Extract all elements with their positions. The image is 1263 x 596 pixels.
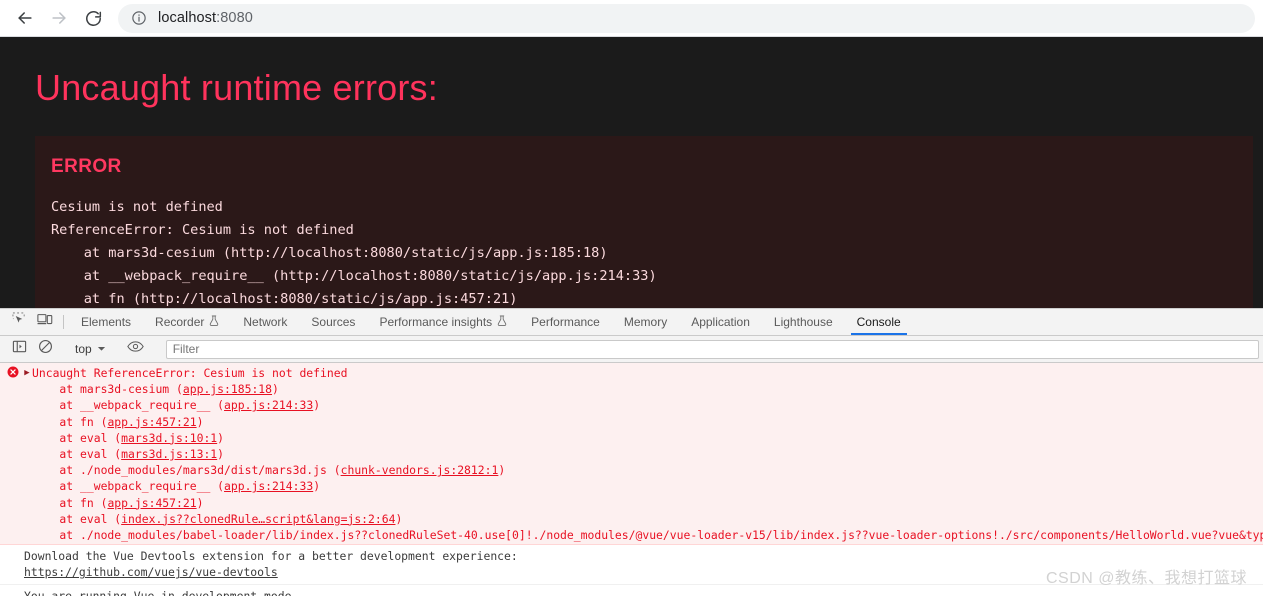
url-port: :8080 <box>216 10 253 26</box>
tab-label: Console <box>856 315 901 329</box>
tab-label: Sources <box>311 315 356 329</box>
tab-label: Performance <box>531 315 600 329</box>
console-sidebar-icon <box>12 339 27 359</box>
tab-recorder[interactable]: Recorder <box>143 309 231 335</box>
live-expression-eye-icon <box>127 340 144 358</box>
reload-icon <box>84 9 103 28</box>
back-button[interactable] <box>8 1 42 35</box>
console-info-message[interactable]: You are running Vue in development mode.… <box>0 585 1263 596</box>
clear-console-icon <box>38 339 53 359</box>
stack-link[interactable]: app.js:457:21 <box>107 496 196 510</box>
stack-link[interactable]: index.js??clonedRule…script&lang=js:2:64 <box>121 512 395 526</box>
stack-link[interactable]: app.js:185:18 <box>183 382 272 396</box>
console-message-list[interactable]: ▶ Uncaught ReferenceError: Cesium is not… <box>0 363 1263 596</box>
reload-button[interactable] <box>76 1 110 35</box>
back-arrow-icon <box>15 8 35 28</box>
tab-label: Lighthouse <box>773 315 833 329</box>
tab-console[interactable]: Console <box>845 309 913 335</box>
toolbar-divider <box>63 315 64 329</box>
console-link[interactable]: https://github.com/vuejs/vue-devtools <box>24 565 278 579</box>
tab-label: Performance insights <box>379 315 493 329</box>
inspect-element-button[interactable] <box>6 309 32 335</box>
clear-console-button[interactable] <box>32 339 58 359</box>
error-severity-label: ERROR <box>51 156 122 177</box>
stack-link[interactable]: app.js:457:21 <box>107 415 196 429</box>
runtime-errors-title: Uncaught runtime errors: <box>35 67 438 108</box>
console-info-messages: Download the Vue Devtools extension for … <box>0 545 1263 596</box>
browser-toolbar: localhost:8080 <box>0 0 1263 37</box>
tab-label: Memory <box>623 315 668 329</box>
console-info-message[interactable]: Download the Vue Devtools extension for … <box>0 545 1263 585</box>
forward-button[interactable] <box>42 1 76 35</box>
tab-label: Elements <box>81 315 132 329</box>
devtools-panel: Elements Recorder Network Sources Performanc… <box>0 308 1263 596</box>
forward-arrow-icon <box>49 8 69 28</box>
address-bar[interactable]: localhost:8080 <box>118 3 1255 33</box>
tab-label: Network <box>243 315 288 329</box>
execution-context-value: top <box>75 342 92 356</box>
tab-lighthouse[interactable]: Lighthouse <box>762 309 845 335</box>
stack-link[interactable]: mars3d.js:13:1 <box>121 447 217 461</box>
chevron-down-icon <box>97 342 106 356</box>
tab-label: Application <box>691 315 750 329</box>
url-host: localhost <box>158 10 217 26</box>
experimental-flask-icon <box>209 315 219 329</box>
console-error-message[interactable]: ▶ Uncaught ReferenceError: Cesium is not… <box>0 363 1263 546</box>
stack-link[interactable]: mars3d.js:10:1 <box>121 431 217 445</box>
live-expression-button[interactable] <box>123 340 149 358</box>
expand-triangle-icon[interactable]: ▶ <box>22 365 32 381</box>
tab-performance[interactable]: Performance <box>519 309 612 335</box>
console-filter-input[interactable]: Filter <box>165 339 1259 359</box>
url-text: localhost:8080 <box>158 10 253 26</box>
error-circle-icon <box>5 366 20 378</box>
tab-performance-insights[interactable]: Performance insights <box>367 309 519 335</box>
tab-label: Recorder <box>155 315 205 329</box>
tab-sources[interactable]: Sources <box>299 309 367 335</box>
tab-network[interactable]: Network <box>231 309 299 335</box>
console-filter-placeholder: Filter <box>172 342 200 356</box>
inspect-element-icon <box>11 312 27 332</box>
info-circle-icon[interactable] <box>130 9 148 27</box>
stack-link[interactable]: app.js:214:33 <box>224 398 313 412</box>
console-filter-toolbar: top Filter <box>0 336 1263 363</box>
stack-link[interactable]: app.js:214:33 <box>224 479 313 493</box>
console-sidebar-button[interactable] <box>6 339 32 359</box>
experimental-flask-icon <box>497 315 507 329</box>
device-toolbar-icon <box>37 312 53 332</box>
devtools-tab-list: Elements Recorder Network Sources Performanc… <box>69 309 913 335</box>
devtools-tabbar: Elements Recorder Network Sources Performanc… <box>0 309 1263 336</box>
tab-application[interactable]: Application <box>679 309 762 335</box>
tab-elements[interactable]: Elements <box>69 309 143 335</box>
execution-context-select[interactable]: top <box>69 342 112 356</box>
stack-link[interactable]: chunk-vendors.js:2812:1 <box>341 463 499 477</box>
error-stack-text: Cesium is not defined ReferenceError: Ce… <box>51 199 657 307</box>
runtime-error-card: ERROR Cesium is not defined ReferenceErr… <box>35 136 1253 308</box>
console-error-text: Uncaught ReferenceError: Cesium is not d… <box>32 366 1263 543</box>
tab-memory[interactable]: Memory <box>612 309 679 335</box>
page-viewport: Uncaught runtime errors: ERROR Cesium is… <box>0 37 1263 308</box>
device-toolbar-button[interactable] <box>32 309 58 335</box>
